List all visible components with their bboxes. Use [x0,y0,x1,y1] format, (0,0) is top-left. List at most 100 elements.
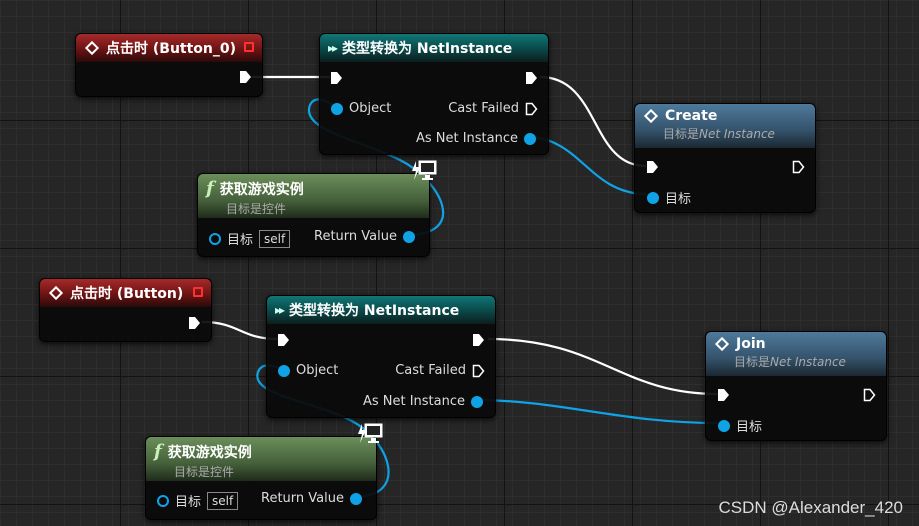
event-node-title: 点击时 (Button) [70,286,184,302]
event-node-header[interactable]: 点击时 (Button) [40,279,211,307]
target-pin-label: 目标 [665,192,692,207]
self-default-value[interactable]: self [259,229,291,248]
exec-input-pin[interactable] [277,333,290,347]
target-input-pin[interactable]: 目标 [718,416,762,435]
function-icon: f [154,441,162,462]
data-pin-icon[interactable] [278,364,290,377]
event-node-title: 点击时 (Button_0) [106,41,237,57]
target-input-pin[interactable]: 目标 self [209,229,291,248]
exec-pin-icon[interactable] [188,316,201,330]
return-value-output-pin[interactable]: Return Value [261,491,362,506]
exec-pin-icon[interactable] [277,333,290,347]
cast-failed-pin-label: Cast Failed [395,363,466,378]
exec-pin-icon[interactable] [330,71,343,85]
func-node-header[interactable]: f 获取游戏实例 目标是控件 [146,437,376,481]
data-pin-icon[interactable] [403,230,415,243]
exec-pin-icon[interactable] [472,333,485,347]
cast-failed-pin-label: Cast Failed [448,101,519,116]
event-node-header[interactable]: 点击时 (Button_0) [76,34,262,62]
data-pin-hollow-icon[interactable] [157,494,169,507]
as-net-instance-output-pin[interactable]: As Net Instance [416,131,536,146]
client-only-monitor-icon [358,423,383,443]
exec-output-pin[interactable] [863,388,876,402]
exec-pin-icon[interactable] [239,70,252,84]
exec-output-pin[interactable] [239,70,252,84]
event-diamond-icon [84,40,100,56]
cast-node-header[interactable]: ▸▸ 类型转换为 NetInstance [267,296,495,324]
exec-pin-hollow-icon[interactable] [472,364,485,378]
call-node-title: Join [736,336,766,352]
exec-pin-hollow-icon[interactable] [525,102,538,116]
delegate-pin-icon[interactable] [193,287,203,297]
as-net-instance-pin-label: As Net Instance [362,394,465,409]
event-node-button0[interactable]: 点击时 (Button_0) [75,33,263,97]
object-pin-label: Object [296,363,339,378]
call-node-subtitle: 目标是Net Instance [663,127,775,141]
func-node-title: 获取游戏实例 [219,181,304,198]
func-node-title: 获取游戏实例 [167,444,252,461]
exec-pin-hollow-icon[interactable] [863,388,876,402]
cast-arrow-icon: ▸▸ [275,303,285,317]
exec-pin-icon[interactable] [646,160,659,174]
target-pin-label: 目标 [736,420,763,435]
cast-failed-output-pin[interactable]: Cast Failed [395,363,485,378]
data-pin-icon[interactable] [471,395,483,408]
as-net-instance-pin-label: As Net Instance [415,131,518,146]
target-input-pin[interactable]: 目标 self [157,491,239,510]
cast-failed-output-pin[interactable]: Cast Failed [448,101,538,116]
call-node-header[interactable]: Join 目标是Net Instance [706,332,886,376]
event-node-button[interactable]: 点击时 (Button) [39,278,212,342]
func-node-get-game-instance-2[interactable]: f 获取游戏实例 目标是控件 目标 self Return Value [145,436,377,520]
func-node-subtitle: 目标是控件 [226,202,287,216]
func-node-get-game-instance-1[interactable]: f 获取游戏实例 目标是控件 目标 self Return Value [197,173,430,257]
target-pin-label: 目标 [175,495,202,510]
object-input-pin[interactable]: Object [331,101,391,116]
data-wire [474,398,719,425]
exec-output-pin[interactable] [188,316,201,330]
self-default-value[interactable]: self [207,491,239,510]
call-node-header[interactable]: Create 目标是Net Instance [635,104,815,148]
exec-output-pin[interactable] [472,333,485,347]
as-net-instance-output-pin[interactable]: As Net Instance [363,394,483,409]
client-only-monitor-icon [412,160,437,180]
exec-pin-icon[interactable] [717,388,730,402]
return-value-pin-label: Return Value [314,229,397,244]
data-pin-icon[interactable] [331,102,343,115]
exec-pin-hollow-icon[interactable] [792,160,805,174]
call-diamond-icon [714,336,730,352]
cast-node-title: 类型转换为 NetInstance [342,41,513,57]
target-pin-label: 目标 [227,233,254,248]
exec-wire [539,75,647,168]
exec-output-pin[interactable] [792,160,805,174]
cast-node-title: 类型转换为 NetInstance [289,303,460,319]
call-node-create[interactable]: Create 目标是Net Instance 目标 [634,103,816,213]
call-node-title: Create [665,108,718,124]
call-diamond-icon [643,108,659,124]
object-input-pin[interactable]: Object [278,363,338,378]
data-pin-icon[interactable] [524,132,536,145]
data-pin-icon[interactable] [718,419,730,432]
exec-wire [487,337,719,396]
exec-input-pin[interactable] [646,160,659,174]
delegate-pin-icon[interactable] [244,42,254,52]
return-value-output-pin[interactable]: Return Value [314,229,415,244]
cast-arrow-icon: ▸▸ [328,41,338,55]
exec-input-pin[interactable] [717,388,730,402]
exec-input-pin[interactable] [330,71,343,85]
call-node-subtitle: 目标是Net Instance [734,355,846,369]
cast-node-netinstance-2[interactable]: ▸▸ 类型转换为 NetInstance Object Cast Failed … [266,295,496,418]
data-pin-icon[interactable] [350,492,362,505]
target-input-pin[interactable]: 目标 [647,188,691,207]
call-node-join[interactable]: Join 目标是Net Instance 目标 [705,331,887,441]
data-pin-hollow-icon[interactable] [209,232,221,245]
cast-node-netinstance-1[interactable]: ▸▸ 类型转换为 NetInstance Object Cast Failed … [319,33,549,155]
exec-pin-icon[interactable] [525,71,538,85]
function-icon: f [206,178,214,199]
watermark-text: CSDN @Alexander_420 [718,498,903,517]
cast-node-header[interactable]: ▸▸ 类型转换为 NetInstance [320,34,548,62]
return-value-pin-label: Return Value [261,491,344,506]
data-pin-icon[interactable] [647,191,659,204]
func-node-header[interactable]: f 获取游戏实例 目标是控件 [198,174,429,218]
object-pin-label: Object [349,101,392,116]
exec-output-pin[interactable] [525,71,538,85]
